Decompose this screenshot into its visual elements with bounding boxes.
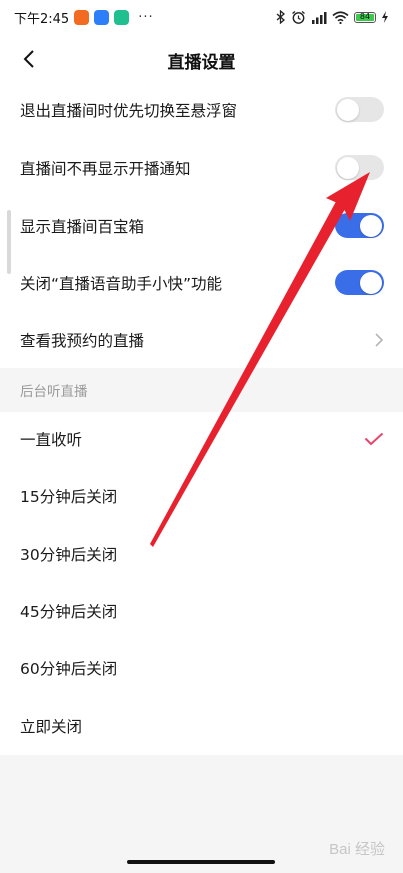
scroll-indicator [7, 210, 11, 274]
setting-label: 查看我预约的直播 [20, 331, 145, 350]
option-label: 45分钟后关闭 [20, 602, 118, 621]
option-label: 立即关闭 [20, 717, 83, 736]
floating-window-toggle[interactable] [335, 97, 384, 122]
treasure-box-toggle[interactable] [335, 213, 384, 238]
option-label: 一直收听 [20, 430, 83, 449]
charging-icon [382, 11, 388, 23]
option-60-minutes[interactable]: 60分钟后关闭 [0, 639, 403, 696]
status-time: 下午2:45 [14, 11, 70, 27]
setting-row-treasure-box[interactable]: 显示直播间百宝箱 [0, 197, 403, 254]
navigation-header: 直播设置 [0, 34, 403, 86]
toggle-knob [360, 271, 382, 294]
option-label: 15分钟后关闭 [20, 487, 118, 506]
baidu-jingyan-watermark: Bai 经验 [329, 841, 385, 858]
more-notifications-icon: ··· [138, 9, 154, 25]
option-45-minutes[interactable]: 45分钟后关闭 [0, 582, 403, 639]
chevron-right-icon [375, 332, 384, 347]
alarm-icon [292, 10, 305, 24]
bluetooth-icon [276, 10, 285, 24]
wifi-icon [332, 10, 349, 24]
setting-row-floating-window[interactable]: 退出直播间时优先切换至悬浮窗 [0, 81, 403, 138]
back-button[interactable] [14, 44, 44, 74]
status-right: 84 [276, 10, 389, 25]
app-notification-icon [94, 9, 110, 25]
setting-label: 直播间不再显示开播通知 [20, 159, 191, 178]
option-15-minutes[interactable]: 15分钟后关闭 [0, 467, 403, 524]
checkmark-icon [364, 432, 384, 445]
setting-label: 退出直播间时优先切换至悬浮窗 [20, 101, 238, 120]
status-left: 下午2:45 ··· [14, 8, 154, 27]
app-notification-icon [74, 9, 90, 25]
battery-percent: 84 [359, 12, 371, 21]
section-header: 后台听直播 [0, 368, 403, 412]
option-label: 30分钟后关闭 [20, 545, 118, 564]
app-notification-icon [114, 9, 130, 25]
option-label: 60分钟后关闭 [20, 659, 118, 678]
toggle-knob [360, 214, 382, 237]
chevron-left-icon [23, 50, 34, 68]
option-30-minutes[interactable]: 30分钟后关闭 [0, 525, 403, 582]
status-bar: 下午2:45 ··· 84 [0, 0, 403, 34]
setting-row-my-reservations[interactable]: 查看我预约的直播 [0, 311, 403, 368]
toggle-knob [337, 156, 359, 179]
home-indicator[interactable] [127, 860, 275, 864]
start-notification-toggle[interactable] [335, 155, 384, 180]
setting-label: 关闭“直播语音助手小快”功能 [20, 274, 223, 293]
toggle-knob [337, 98, 359, 121]
battery-icon: 84 [354, 11, 376, 23]
option-always-listen[interactable]: 一直收听 [0, 410, 403, 467]
section-title: 后台听直播 [20, 384, 88, 400]
signal-icon [312, 11, 327, 24]
page-title: 直播设置 [167, 52, 236, 73]
option-close-now[interactable]: 立即关闭 [0, 697, 403, 754]
setting-label: 显示直播间百宝箱 [20, 217, 145, 236]
voice-assistant-toggle[interactable] [335, 270, 384, 295]
setting-row-start-notification[interactable]: 直播间不再显示开播通知 [0, 139, 403, 196]
setting-row-voice-assistant[interactable]: 关闭“直播语音助手小快”功能 [0, 254, 403, 311]
